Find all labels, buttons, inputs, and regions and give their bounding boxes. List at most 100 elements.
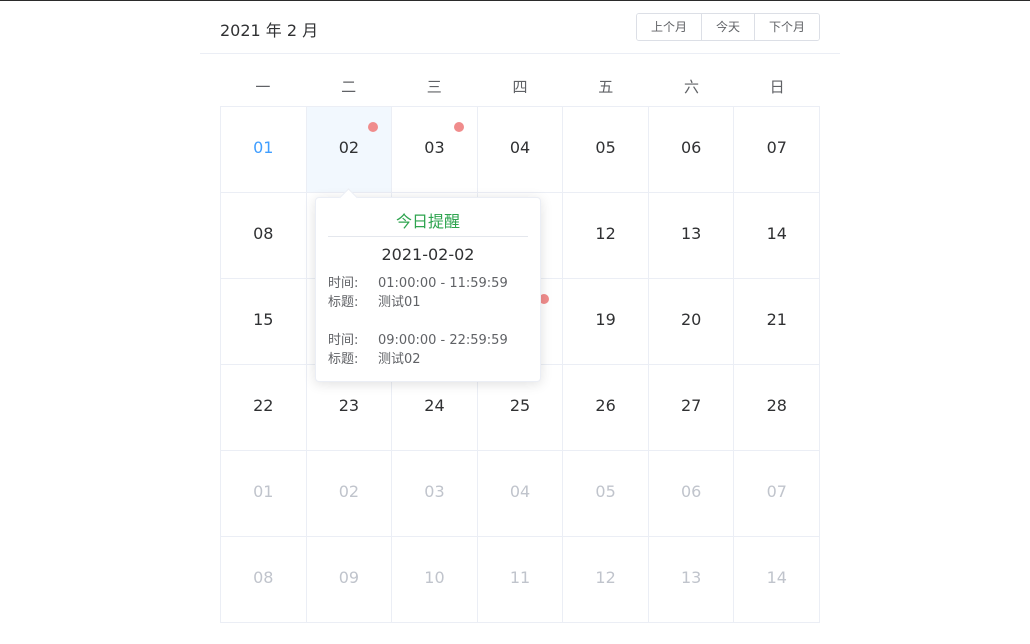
day-number: 04: [509, 482, 531, 501]
day-number: 04: [509, 138, 531, 157]
day-cell[interactable]: 20: [648, 279, 735, 365]
day-number: 15: [253, 310, 274, 329]
day-cell[interactable]: 13: [648, 193, 735, 279]
next-month-button[interactable]: 下个月: [754, 14, 819, 40]
popover-title: 今日提醒: [328, 208, 528, 237]
day-number: 19: [595, 310, 616, 329]
reminder-dot-icon: [453, 122, 464, 132]
calendar-week: 08 09 10 11 12 13 14: [221, 537, 821, 623]
day-number: 12: [595, 568, 616, 587]
month-nav-button-group: 上个月 今天 下个月: [635, 13, 820, 41]
day-number: 06: [681, 138, 702, 157]
popover-date: 2021-02-02: [381, 245, 475, 264]
day-cell[interactable]: 06: [648, 107, 735, 193]
day-cell[interactable]: 27: [648, 365, 735, 451]
day-cell-next-month[interactable]: 07: [734, 451, 821, 537]
weekday-sat: 六: [683, 78, 699, 96]
reminder-popover: 今日提醒 2021-02-02 时间: 01:00:00 - 11:59:59 …: [315, 188, 541, 382]
event-time-line: 时间: 01:00:00 - 11:59:59: [328, 274, 528, 293]
day-cell-next-month[interactable]: 10: [392, 537, 478, 623]
day-number: 07: [766, 138, 787, 157]
day-cell[interactable]: 05: [563, 107, 649, 193]
day-cell-next-month[interactable]: 04: [477, 451, 564, 537]
day-cell-next-month[interactable]: 01: [221, 451, 307, 537]
day-number: 08: [253, 568, 274, 587]
weekday-sun: 日: [769, 78, 785, 96]
day-cell-next-month[interactable]: 12: [563, 537, 649, 623]
calendar-header: 2021 年 2 月 上个月 今天 下个月: [200, 1, 840, 54]
day-number: 01: [253, 482, 274, 501]
day-cell[interactable]: 15: [221, 279, 307, 365]
today-button[interactable]: 今天: [701, 14, 755, 40]
day-cell[interactable]: 22: [221, 365, 307, 451]
prev-month-button[interactable]: 上个月: [636, 14, 702, 40]
day-cell[interactable]: 14: [734, 193, 821, 279]
calendar-week: 01 02 03 04 05 06 07: [221, 451, 821, 537]
day-cell-next-month[interactable]: 06: [648, 451, 735, 537]
day-number: 13: [681, 224, 702, 243]
day-cell-next-month[interactable]: 03: [392, 451, 478, 537]
day-number: 27: [681, 396, 702, 415]
weekday-mon: 一: [255, 78, 271, 96]
day-number: 21: [766, 310, 787, 329]
day-cell[interactable]: 26: [563, 365, 649, 451]
weekday-header: 一 二 三 四 五 六 日: [220, 54, 820, 106]
title-label: 标题:: [328, 352, 359, 367]
day-cell-next-month[interactable]: 11: [477, 537, 564, 623]
day-cell[interactable]: 19: [563, 279, 649, 365]
day-number: 28: [766, 396, 787, 415]
day-number: 01: [253, 138, 274, 157]
event-title-line: 标题: 测试02: [328, 350, 528, 369]
weekday-thu: 四: [512, 78, 528, 96]
day-cell[interactable]: 01: [221, 107, 307, 193]
day-number: 11: [509, 568, 531, 587]
weekday-fri: 五: [598, 78, 614, 96]
day-cell-next-month[interactable]: 02: [306, 451, 393, 537]
day-number: 09: [338, 568, 360, 587]
reminder-event: 时间: 09:00:00 - 22:59:59 标题: 测试02: [328, 331, 528, 369]
day-number: 12: [595, 224, 616, 243]
time-label: 时间:: [328, 333, 359, 348]
day-cell[interactable]: 07: [734, 107, 821, 193]
time-label: 时间:: [328, 276, 359, 291]
day-cell-next-month[interactable]: 09: [306, 537, 393, 623]
day-cell[interactable]: 04: [477, 107, 564, 193]
day-number: 22: [253, 396, 274, 415]
weekday-tue: 二: [341, 78, 357, 96]
day-number: 03: [424, 138, 445, 157]
day-number: 02: [338, 482, 360, 501]
weekday-wed: 三: [426, 78, 442, 96]
event-time-line: 时间: 09:00:00 - 22:59:59: [328, 331, 528, 350]
reminder-event: 时间: 01:00:00 - 11:59:59 标题: 测试01: [328, 274, 528, 312]
day-cell-next-month[interactable]: 08: [221, 537, 307, 623]
title-label: 标题:: [328, 295, 359, 310]
day-number: 14: [766, 224, 787, 243]
event-title: 测试01: [378, 295, 421, 310]
calendar: 2021 年 2 月 上个月 今天 下个月 一 二 三 四 五 六 日 01 0…: [200, 1, 840, 623]
day-cell[interactable]: 12: [563, 193, 649, 279]
day-number: 20: [681, 310, 702, 329]
day-number: 14: [766, 568, 787, 587]
day-cell[interactable]: 08: [221, 193, 307, 279]
day-number: 07: [766, 482, 787, 501]
day-number: 02: [338, 138, 360, 157]
day-number: 26: [595, 396, 616, 415]
calendar-week: 01 02 03 04 05 06 07: [221, 107, 821, 193]
day-cell-next-month[interactable]: 14: [734, 537, 821, 623]
day-cell[interactable]: 03: [392, 107, 478, 193]
event-time: 09:00:00 - 22:59:59: [378, 333, 508, 348]
event-time: 01:00:00 - 11:59:59: [378, 276, 508, 291]
day-cell[interactable]: 28: [734, 365, 821, 451]
day-number: 05: [595, 482, 616, 501]
event-title: 测试02: [378, 352, 421, 367]
calendar-title: 2021 年 2 月: [220, 21, 319, 40]
day-number: 08: [253, 224, 274, 243]
day-cell-next-month[interactable]: 05: [563, 451, 649, 537]
day-cell[interactable]: 02: [306, 107, 393, 193]
day-cell-next-month[interactable]: 13: [648, 537, 735, 623]
day-number: 03: [424, 482, 445, 501]
day-number: 06: [681, 482, 702, 501]
day-cell[interactable]: 21: [734, 279, 821, 365]
event-title-line: 标题: 测试01: [328, 293, 528, 312]
day-number: 10: [424, 568, 445, 587]
